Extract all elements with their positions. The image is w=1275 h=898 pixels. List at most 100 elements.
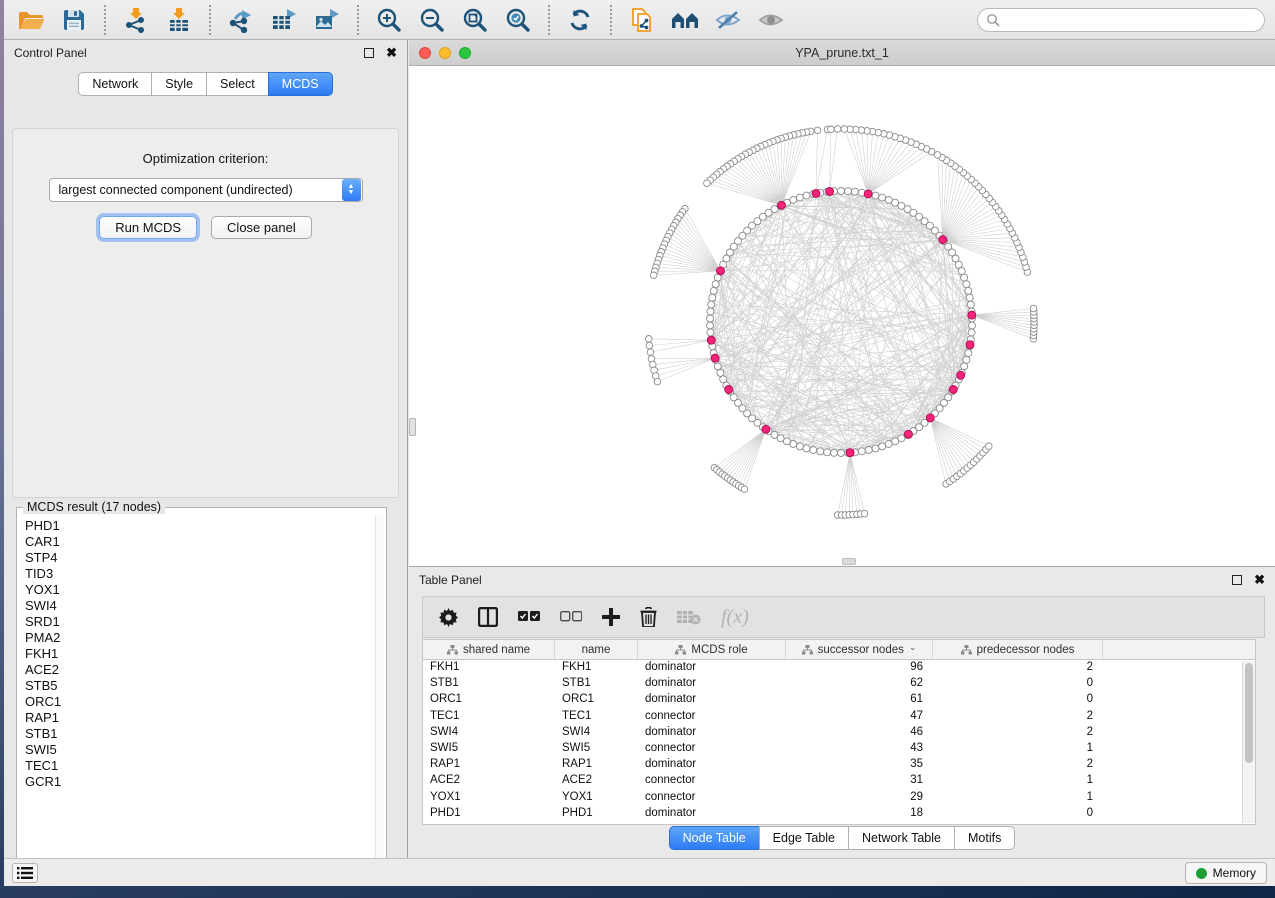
- mcds-result-item[interactable]: PMA2: [21, 630, 374, 646]
- mcds-result-item[interactable]: RAP1: [21, 710, 374, 726]
- zoom-in-icon[interactable]: [372, 4, 406, 36]
- memory-button[interactable]: Memory: [1185, 862, 1267, 884]
- graph-node[interactable]: [967, 301, 974, 308]
- graph-node[interactable]: [858, 448, 865, 455]
- graph-node[interactable]: [810, 447, 817, 454]
- graph-mcds-node[interactable]: [939, 236, 947, 244]
- graph-mcds-node[interactable]: [949, 386, 957, 394]
- graph-mcds-node[interactable]: [966, 341, 974, 349]
- tab-select[interactable]: Select: [206, 72, 269, 96]
- graph-mcds-node[interactable]: [778, 201, 786, 209]
- close-panel-button[interactable]: Close panel: [211, 216, 312, 239]
- tab-style[interactable]: Style: [151, 72, 207, 96]
- graph-mcds-node[interactable]: [711, 354, 719, 362]
- table-row[interactable]: TEC1TEC1connector472: [423, 709, 1255, 725]
- graph-leaf-node[interactable]: [986, 443, 993, 450]
- select-all-icon[interactable]: [518, 611, 540, 623]
- graph-mcds-node[interactable]: [725, 386, 733, 394]
- graph-node[interactable]: [851, 188, 858, 195]
- mcds-result-item[interactable]: YOX1: [21, 582, 374, 598]
- column-header-name[interactable]: name: [555, 640, 638, 659]
- graph-node[interactable]: [707, 322, 714, 329]
- graph-node[interactable]: [709, 294, 716, 301]
- graph-node[interactable]: [717, 369, 724, 376]
- hide-selected-icon[interactable]: [711, 4, 745, 36]
- table-row[interactable]: RAP1RAP1dominator352: [423, 757, 1255, 773]
- float-table-panel-icon[interactable]: [1232, 575, 1242, 585]
- table-scrollbar[interactable]: [1242, 661, 1255, 823]
- mcds-result-item[interactable]: GCR1: [21, 774, 374, 790]
- graph-mcds-node[interactable]: [968, 311, 976, 319]
- table-row[interactable]: YOX1YOX1connector291: [423, 790, 1255, 806]
- graph-node[interactable]: [708, 301, 715, 308]
- mcds-result-item[interactable]: TEC1: [21, 758, 374, 774]
- mcds-result-item[interactable]: TID3: [21, 566, 374, 582]
- column-header-successor-nodes[interactable]: successor nodes⌄: [786, 640, 933, 659]
- chevron-down-icon[interactable]: ⌄: [909, 642, 917, 653]
- tab-network-table[interactable]: Network Table: [848, 826, 955, 850]
- graph-leaf-node[interactable]: [646, 342, 653, 349]
- graph-leaf-node[interactable]: [834, 126, 841, 133]
- graph-mcds-node[interactable]: [716, 267, 724, 275]
- graph-leaf-node[interactable]: [654, 378, 661, 385]
- import-table-icon[interactable]: [162, 4, 196, 36]
- zoom-fit-icon[interactable]: [458, 4, 492, 36]
- mcds-result-item[interactable]: STP4: [21, 550, 374, 566]
- table-row[interactable]: SWI4SWI4dominator462: [423, 725, 1255, 741]
- graph-node[interactable]: [961, 274, 968, 281]
- graph-leaf-node[interactable]: [647, 349, 654, 356]
- graph-node[interactable]: [965, 287, 972, 294]
- table-row[interactable]: PHD1PHD1dominator180: [423, 806, 1255, 822]
- graph-node[interactable]: [961, 363, 968, 370]
- column-header-MCDS-role[interactable]: MCDS role: [638, 640, 786, 659]
- first-neighbors-icon[interactable]: [668, 4, 702, 36]
- mcds-result-item[interactable]: ORC1: [21, 694, 374, 710]
- graph-mcds-node[interactable]: [905, 430, 913, 438]
- zoom-selected-icon[interactable]: [501, 4, 535, 36]
- graph-node[interactable]: [796, 194, 803, 201]
- mcds-result-item[interactable]: STB1: [21, 726, 374, 742]
- mcds-result-item[interactable]: FKH1: [21, 646, 374, 662]
- mcds-result-list[interactable]: PHD1CAR1STP4TID3YOX1SWI4SRD1PMA2FKH1ACE2…: [21, 518, 374, 872]
- graph-leaf-node[interactable]: [1030, 305, 1037, 312]
- save-session-icon[interactable]: [57, 4, 91, 36]
- graph-node[interactable]: [803, 192, 810, 199]
- graph-node[interactable]: [790, 441, 797, 448]
- tab-motifs[interactable]: Motifs: [954, 826, 1015, 850]
- graph-mcds-node[interactable]: [826, 188, 834, 196]
- graph-leaf-node[interactable]: [934, 152, 941, 159]
- graph-node[interactable]: [879, 194, 886, 201]
- open-file-icon[interactable]: [14, 4, 48, 36]
- graph-leaf-node[interactable]: [814, 127, 821, 134]
- export-image-icon[interactable]: [310, 4, 344, 36]
- graph-leaf-node[interactable]: [828, 126, 835, 133]
- table-row[interactable]: STB1STB1dominator620: [423, 676, 1255, 692]
- graph-node[interactable]: [817, 448, 824, 455]
- tab-mcds[interactable]: MCDS: [268, 72, 333, 96]
- table-settings-gear-icon[interactable]: [439, 608, 458, 627]
- graph-node[interactable]: [824, 449, 831, 456]
- table-row[interactable]: SWI5SWI5connector431: [423, 741, 1255, 757]
- mcds-result-item[interactable]: SWI4: [21, 598, 374, 614]
- mcds-result-item[interactable]: SRD1: [21, 614, 374, 630]
- graph-node[interactable]: [885, 441, 892, 448]
- close-table-panel-icon[interactable]: ✖: [1254, 575, 1265, 585]
- graph-node[interactable]: [712, 281, 719, 288]
- run-mcds-button[interactable]: Run MCDS: [99, 216, 197, 239]
- graph-node[interactable]: [892, 438, 899, 445]
- graph-node[interactable]: [865, 447, 872, 454]
- graph-node[interactable]: [714, 363, 721, 370]
- graph-node[interactable]: [958, 268, 965, 275]
- graph-node[interactable]: [720, 376, 727, 383]
- graph-node[interactable]: [831, 449, 838, 456]
- graph-leaf-node[interactable]: [650, 272, 657, 279]
- tab-edge-table[interactable]: Edge Table: [759, 826, 849, 850]
- network-canvas[interactable]: [409, 66, 1275, 566]
- graph-mcds-node[interactable]: [957, 371, 965, 379]
- graph-leaf-node[interactable]: [704, 180, 711, 187]
- graph-node[interactable]: [707, 315, 714, 322]
- table-scrollbar-thumb[interactable]: [1245, 663, 1253, 763]
- graph-node[interactable]: [885, 197, 892, 204]
- optimization-criterion-select[interactable]: largest connected component (undirected)…: [49, 178, 363, 202]
- graph-node[interactable]: [838, 450, 845, 457]
